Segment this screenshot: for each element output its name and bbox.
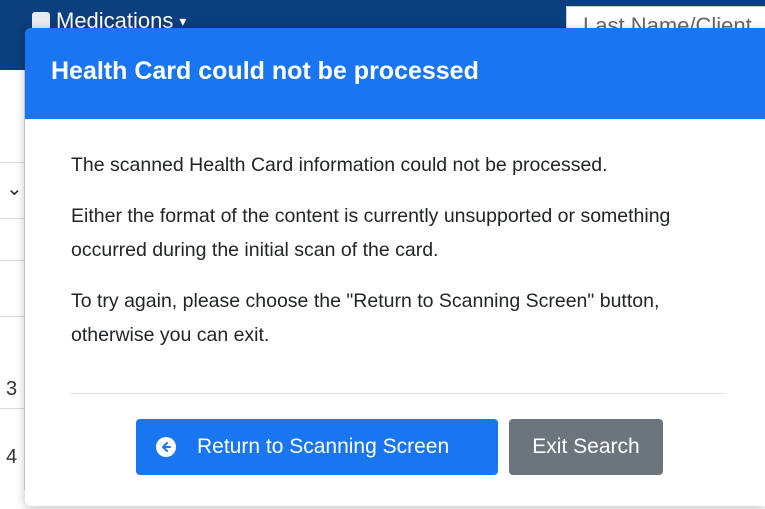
background-cell-text: 3 <box>6 378 18 400</box>
modal-message: To try again, please choose the "Return … <box>71 290 660 346</box>
modal-message: The scanned Health Card information coul… <box>71 154 608 176</box>
error-modal: Health Card could not be processed The s… <box>25 28 765 506</box>
modal-header: Health Card could not be processed <box>25 28 765 119</box>
background-row <box>0 218 24 219</box>
exit-search-label: Exit Search <box>532 435 640 458</box>
modal-body: The scanned Health Card information coul… <box>71 148 731 369</box>
caret-down-icon: ▾ <box>179 12 187 29</box>
background-row <box>0 162 24 163</box>
arrow-left-circle-icon <box>156 437 176 457</box>
background-row <box>0 316 24 317</box>
background-row <box>0 260 24 261</box>
background-left-panel: ⌄ 3 4 <box>0 70 25 509</box>
chevron-down-icon: ⌄ <box>6 178 23 200</box>
modal-title: Health Card could not be processed <box>51 57 479 85</box>
modal-message: Either the format of the content is curr… <box>71 205 671 261</box>
background-row <box>0 408 24 409</box>
modal-footer-divider <box>71 393 725 394</box>
return-to-scanning-button[interactable]: Return to Scanning Screen <box>136 419 498 475</box>
background-cell-text: 4 <box>6 446 18 468</box>
exit-search-button[interactable]: Exit Search <box>509 419 663 475</box>
return-to-scanning-label: Return to Scanning Screen <box>197 435 450 458</box>
